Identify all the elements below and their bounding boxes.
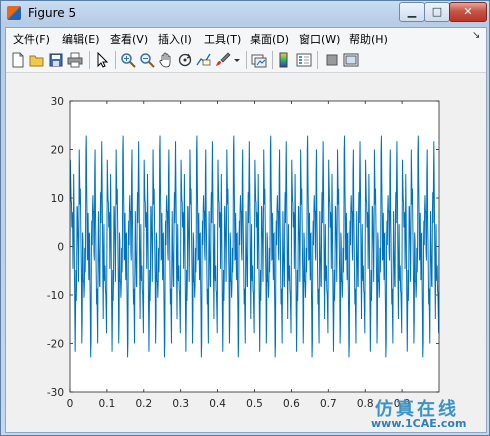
client-area: 文件(F) 编辑(E) 查看(V) 插入(I) 工具(T) 桌面(D) 窗口(W…: [5, 27, 487, 433]
y-tick-label: 10: [51, 193, 64, 205]
matlab-icon: [7, 6, 21, 20]
title-bar[interactable]: Figure 5 ▁ □ ✕: [1, 1, 489, 27]
hide-plot-tools-icon[interactable]: [324, 52, 340, 68]
save-icon[interactable]: [48, 52, 64, 68]
x-tick-label: 0: [67, 398, 74, 410]
close-button[interactable]: ✕: [449, 2, 487, 22]
menu-view[interactable]: 查看(V): [110, 31, 148, 47]
toolbar-separator: [272, 51, 273, 69]
zoom-in-icon[interactable]: [120, 52, 136, 68]
pan-icon[interactable]: [158, 52, 174, 68]
x-tick-label: 0.4: [209, 398, 226, 410]
open-file-icon[interactable]: [29, 52, 45, 68]
brush-dropdown-icon[interactable]: [233, 52, 241, 68]
y-tick-label: -30: [47, 387, 64, 399]
y-tick-label: -10: [47, 290, 64, 302]
toolbar-separator: [115, 51, 116, 69]
x-tick-label: 0.1: [99, 398, 116, 410]
pointer-icon[interactable]: [94, 52, 110, 68]
show-plot-tools-icon[interactable]: [343, 52, 359, 68]
y-tick-label: -20: [47, 339, 64, 351]
watermark-url: www.1CAE.com: [371, 417, 467, 430]
new-figure-icon[interactable]: [10, 52, 26, 68]
x-tick-label: 0.3: [172, 398, 189, 410]
x-tick-label: 0.7: [320, 398, 337, 410]
menu-help[interactable]: 帮助(H): [349, 31, 388, 47]
menu-desktop[interactable]: 桌面(D): [250, 31, 289, 47]
y-tick-label: 20: [51, 145, 64, 157]
data-cursor-icon[interactable]: [196, 52, 212, 68]
x-tick-label: 0.2: [135, 398, 152, 410]
toolbar-separator: [89, 51, 90, 69]
menu-bar: 文件(F) 编辑(E) 查看(V) 插入(I) 工具(T) 桌面(D) 窗口(W…: [6, 28, 486, 48]
dock-arrow-icon[interactable]: ↘: [472, 30, 480, 41]
menu-insert[interactable]: 插入(I): [158, 31, 192, 47]
y-tick-label: 30: [51, 96, 64, 108]
menu-tools[interactable]: 工具(T): [204, 31, 241, 47]
x-tick-label: 0.5: [246, 398, 263, 410]
toolbar: [6, 48, 486, 73]
link-plot-icon[interactable]: [251, 52, 267, 68]
menu-edit[interactable]: 编辑(E): [62, 31, 100, 47]
maximize-button[interactable]: □: [424, 2, 450, 22]
print-icon[interactable]: [67, 52, 83, 68]
menu-window[interactable]: 窗口(W): [299, 31, 340, 47]
y-tick-label: 0: [57, 242, 64, 254]
plot-svg[interactable]: 0 0.1 0.2 0.3 0.4 0.5 0.6 0.7 0.8 0.93020100-10-2…: [6, 73, 486, 432]
menu-file[interactable]: 文件(F): [13, 31, 50, 47]
x-tick-label: 0.6: [283, 398, 300, 410]
figure-window: Figure 5 ▁ □ ✕ 文件(F) 编辑(E) 查看(V) 插入(I) 工…: [0, 0, 490, 436]
window-title: Figure 5: [28, 6, 77, 20]
toolbar-separator: [246, 51, 247, 69]
brush-icon[interactable]: [215, 52, 231, 68]
zoom-out-icon[interactable]: [139, 52, 155, 68]
toolbar-separator: [317, 51, 318, 69]
insert-colorbar-icon[interactable]: [277, 52, 293, 68]
minimize-button[interactable]: ▁: [399, 2, 425, 22]
insert-legend-icon[interactable]: [296, 52, 312, 68]
figure-canvas: 0 0.1 0.2 0.3 0.4 0.5 0.6 0.7 0.8 0.9 30 20 10 0 -10 -2…: [6, 73, 486, 432]
rotate-3d-icon[interactable]: [177, 52, 193, 68]
watermark: 仿真在线 www.1CAE.com: [371, 395, 489, 435]
